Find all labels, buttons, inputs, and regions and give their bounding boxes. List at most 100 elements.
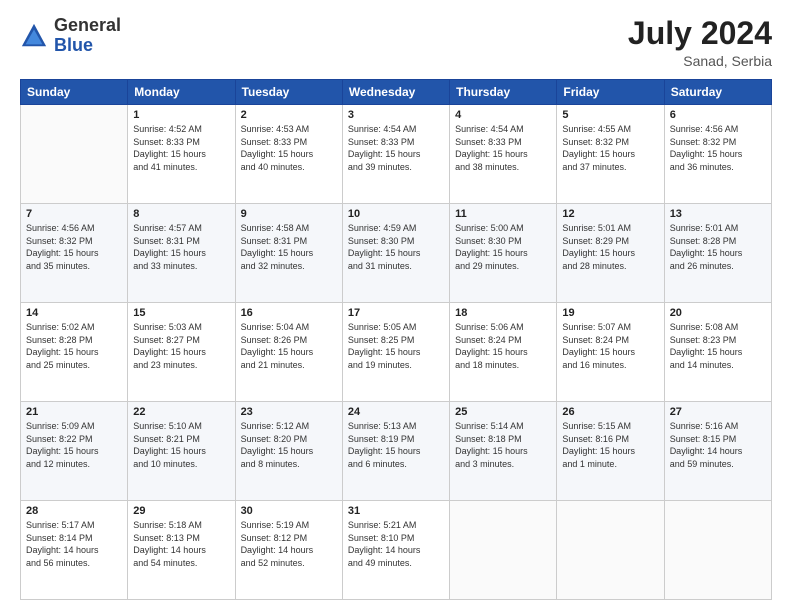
day-cell: 22Sunrise: 5:10 AM Sunset: 8:21 PM Dayli… [128, 402, 235, 501]
logo-general: General [54, 15, 121, 35]
day-info: Sunrise: 5:12 AM Sunset: 8:20 PM Dayligh… [241, 420, 337, 470]
day-cell: 20Sunrise: 5:08 AM Sunset: 8:23 PM Dayli… [664, 303, 771, 402]
col-header-thursday: Thursday [450, 80, 557, 105]
logo-text: General Blue [54, 16, 121, 56]
page: General Blue July 2024 Sanad, Serbia Sun… [0, 0, 792, 612]
day-number: 27 [670, 406, 766, 418]
day-info: Sunrise: 4:53 AM Sunset: 8:33 PM Dayligh… [241, 123, 337, 173]
col-header-friday: Friday [557, 80, 664, 105]
day-info: Sunrise: 5:15 AM Sunset: 8:16 PM Dayligh… [562, 420, 658, 470]
day-info: Sunrise: 5:05 AM Sunset: 8:25 PM Dayligh… [348, 321, 444, 371]
day-number: 6 [670, 109, 766, 121]
day-cell: 8Sunrise: 4:57 AM Sunset: 8:31 PM Daylig… [128, 204, 235, 303]
day-cell [21, 105, 128, 204]
logo-icon [20, 22, 48, 50]
day-info: Sunrise: 4:57 AM Sunset: 8:31 PM Dayligh… [133, 222, 229, 272]
day-cell: 17 Sunrise: 5:05 AM Sunset: 8:25 PM Dayli… [342, 303, 449, 402]
col-header-saturday: Saturday [664, 80, 771, 105]
day-cell: 26 Sunrise: 5:15 AM Sunset: 8:16 PM Dayli… [557, 402, 664, 501]
day-cell: 14 Sunrise: 5:02 AM Sunset: 8:28 PM Dayli… [21, 303, 128, 402]
day-info: Sunrise: 5:03 AM Sunset: 8:27 PM Dayligh… [133, 321, 229, 371]
day-number: 3 [348, 109, 444, 121]
day-number: 29 [133, 505, 229, 517]
week-row-2: 7 Sunrise: 4:56 AM Sunset: 8:32 PM Daylig… [21, 204, 772, 303]
day-info: Sunrise: 5:06 AM Sunset: 8:24 PM Dayligh… [455, 321, 551, 371]
day-cell: 28 Sunrise: 5:17 AM Sunset: 8:14 PM Dayli… [21, 501, 128, 600]
week-row-5: 28 Sunrise: 5:17 AM Sunset: 8:14 PM Dayli… [21, 501, 772, 600]
day-info: Sunrise: 5:09 AM Sunset: 8:22 PM Dayligh… [26, 420, 122, 470]
day-info: Sunrise: 5:21 AM Sunset: 8:10 PM Dayligh… [348, 519, 444, 569]
day-cell: 19Sunrise: 5:07 AM Sunset: 8:24 PM Dayli… [557, 303, 664, 402]
day-info: Sunrise: 5:13 AM Sunset: 8:19 PM Dayligh… [348, 420, 444, 470]
day-number: 16 [241, 307, 337, 319]
day-cell: 2 Sunrise: 4:53 AM Sunset: 8:33 PM Daylig… [235, 105, 342, 204]
day-info: Sunrise: 5:19 AM Sunset: 8:12 PM Dayligh… [241, 519, 337, 569]
day-number: 19 [562, 307, 658, 319]
day-number: 2 [241, 109, 337, 121]
day-cell: 5Sunrise: 4:55 AM Sunset: 8:32 PM Daylig… [557, 105, 664, 204]
day-cell: 4Sunrise: 4:54 AM Sunset: 8:33 PM Daylig… [450, 105, 557, 204]
day-cell: 29 Sunrise: 5:18 AM Sunset: 8:13 PM Dayli… [128, 501, 235, 600]
day-cell: 12 Sunrise: 5:01 AM Sunset: 8:29 PM Dayli… [557, 204, 664, 303]
week-row-4: 21 Sunrise: 5:09 AM Sunset: 8:22 PM Dayli… [21, 402, 772, 501]
day-number: 15 [133, 307, 229, 319]
day-number: 7 [26, 208, 122, 220]
day-number: 12 [562, 208, 658, 220]
day-cell: 24 Sunrise: 5:13 AM Sunset: 8:19 PM Dayli… [342, 402, 449, 501]
day-number: 18 [455, 307, 551, 319]
day-number: 20 [670, 307, 766, 319]
day-number: 11 [455, 208, 551, 220]
day-info: Sunrise: 5:17 AM Sunset: 8:14 PM Dayligh… [26, 519, 122, 569]
day-number: 21 [26, 406, 122, 418]
calendar-table: SundayMondayTuesdayWednesdayThursdayFrid… [20, 79, 772, 600]
week-row-1: 1Sunrise: 4:52 AM Sunset: 8:33 PM Daylig… [21, 105, 772, 204]
week-row-3: 14 Sunrise: 5:02 AM Sunset: 8:28 PM Dayli… [21, 303, 772, 402]
day-cell: 15 Sunrise: 5:03 AM Sunset: 8:27 PM Dayli… [128, 303, 235, 402]
day-cell [450, 501, 557, 600]
day-cell: 11 Sunrise: 5:00 AM Sunset: 8:30 PM Dayli… [450, 204, 557, 303]
day-cell: 23 Sunrise: 5:12 AM Sunset: 8:20 PM Dayli… [235, 402, 342, 501]
col-header-tuesday: Tuesday [235, 80, 342, 105]
col-header-wednesday: Wednesday [342, 80, 449, 105]
day-cell: 7 Sunrise: 4:56 AM Sunset: 8:32 PM Daylig… [21, 204, 128, 303]
title-block: July 2024 Sanad, Serbia [628, 16, 772, 69]
day-info: Sunrise: 5:18 AM Sunset: 8:13 PM Dayligh… [133, 519, 229, 569]
day-number: 28 [26, 505, 122, 517]
day-number: 5 [562, 109, 658, 121]
day-info: Sunrise: 5:01 AM Sunset: 8:28 PM Dayligh… [670, 222, 766, 272]
day-cell [664, 501, 771, 600]
day-number: 13 [670, 208, 766, 220]
day-number: 14 [26, 307, 122, 319]
day-cell: 21 Sunrise: 5:09 AM Sunset: 8:22 PM Dayli… [21, 402, 128, 501]
day-info: Sunrise: 5:02 AM Sunset: 8:28 PM Dayligh… [26, 321, 122, 371]
day-info: Sunrise: 5:16 AM Sunset: 8:15 PM Dayligh… [670, 420, 766, 470]
day-cell: 30Sunrise: 5:19 AM Sunset: 8:12 PM Dayli… [235, 501, 342, 600]
day-cell: 16 Sunrise: 5:04 AM Sunset: 8:26 PM Dayli… [235, 303, 342, 402]
day-info: Sunrise: 4:56 AM Sunset: 8:32 PM Dayligh… [26, 222, 122, 272]
day-info: Sunrise: 4:52 AM Sunset: 8:33 PM Dayligh… [133, 123, 229, 173]
day-cell: 18 Sunrise: 5:06 AM Sunset: 8:24 PM Dayli… [450, 303, 557, 402]
day-info: Sunrise: 5:01 AM Sunset: 8:29 PM Dayligh… [562, 222, 658, 272]
day-number: 4 [455, 109, 551, 121]
day-cell: 25 Sunrise: 5:14 AM Sunset: 8:18 PM Dayli… [450, 402, 557, 501]
day-info: Sunrise: 4:56 AM Sunset: 8:32 PM Dayligh… [670, 123, 766, 173]
day-info: Sunrise: 4:59 AM Sunset: 8:30 PM Dayligh… [348, 222, 444, 272]
day-info: Sunrise: 5:00 AM Sunset: 8:30 PM Dayligh… [455, 222, 551, 272]
day-info: Sunrise: 5:14 AM Sunset: 8:18 PM Dayligh… [455, 420, 551, 470]
day-number: 24 [348, 406, 444, 418]
day-cell: 10 Sunrise: 4:59 AM Sunset: 8:30 PM Dayli… [342, 204, 449, 303]
header-row: SundayMondayTuesdayWednesdayThursdayFrid… [21, 80, 772, 105]
day-cell: 6 Sunrise: 4:56 AM Sunset: 8:32 PM Daylig… [664, 105, 771, 204]
day-number: 26 [562, 406, 658, 418]
day-cell: 31Sunrise: 5:21 AM Sunset: 8:10 PM Dayli… [342, 501, 449, 600]
day-number: 17 [348, 307, 444, 319]
day-number: 10 [348, 208, 444, 220]
day-number: 23 [241, 406, 337, 418]
day-number: 25 [455, 406, 551, 418]
day-info: Sunrise: 4:54 AM Sunset: 8:33 PM Dayligh… [348, 123, 444, 173]
day-cell: 27 Sunrise: 5:16 AM Sunset: 8:15 PM Dayli… [664, 402, 771, 501]
header: General Blue July 2024 Sanad, Serbia [20, 16, 772, 69]
day-info: Sunrise: 5:04 AM Sunset: 8:26 PM Dayligh… [241, 321, 337, 371]
day-info: Sunrise: 5:10 AM Sunset: 8:21 PM Dayligh… [133, 420, 229, 470]
day-cell: 13 Sunrise: 5:01 AM Sunset: 8:28 PM Dayli… [664, 204, 771, 303]
